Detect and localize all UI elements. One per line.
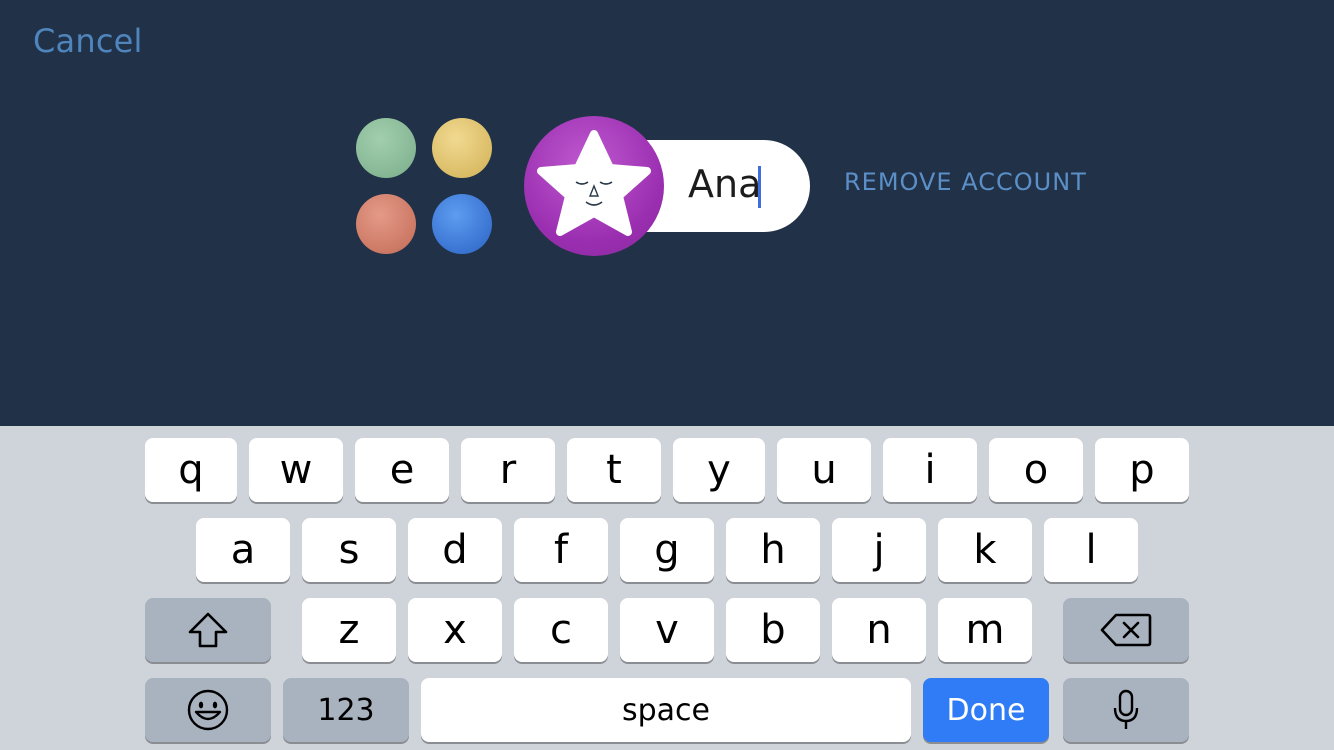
remove-account-button[interactable]: REMOVE ACCOUNT <box>844 168 1087 196</box>
key-d[interactable]: d <box>408 518 502 582</box>
key-e[interactable]: e <box>355 438 449 502</box>
sleeping-star-face-icon <box>537 130 651 236</box>
shift-icon <box>188 612 228 648</box>
key-x[interactable]: x <box>408 598 502 662</box>
key-r[interactable]: r <box>461 438 555 502</box>
name-input-value[interactable]: Ana <box>688 158 761 210</box>
emoji-key[interactable] <box>145 678 271 742</box>
top-area: Cancel Ana REMOVE ACCOUNT <box>0 0 1334 426</box>
key-n[interactable]: n <box>832 598 926 662</box>
key-c[interactable]: c <box>514 598 608 662</box>
color-option-yellow[interactable] <box>432 118 492 178</box>
shift-key[interactable] <box>145 598 271 662</box>
keyboard: q w e r t y u i o p a s d f g h j k l z … <box>0 426 1334 750</box>
microphone-icon <box>1113 689 1139 729</box>
key-u[interactable]: u <box>777 438 871 502</box>
key-o[interactable]: o <box>989 438 1083 502</box>
key-p[interactable]: p <box>1095 438 1189 502</box>
color-option-green[interactable] <box>356 118 416 178</box>
key-w[interactable]: w <box>249 438 343 502</box>
key-b[interactable]: b <box>726 598 820 662</box>
key-a[interactable]: a <box>196 518 290 582</box>
key-h[interactable]: h <box>726 518 820 582</box>
key-g[interactable]: g <box>620 518 714 582</box>
key-v[interactable]: v <box>620 598 714 662</box>
key-i[interactable]: i <box>883 438 977 502</box>
microphone-key[interactable] <box>1063 678 1189 742</box>
key-m[interactable]: m <box>938 598 1032 662</box>
avatar[interactable] <box>524 116 664 256</box>
key-z[interactable]: z <box>302 598 396 662</box>
numbers-key[interactable]: 123 <box>283 678 409 742</box>
cancel-button[interactable]: Cancel <box>33 22 143 60</box>
key-t[interactable]: t <box>567 438 661 502</box>
key-l[interactable]: l <box>1044 518 1138 582</box>
key-j[interactable]: j <box>832 518 926 582</box>
color-option-blue[interactable] <box>432 194 492 254</box>
key-q[interactable]: q <box>145 438 237 502</box>
key-f[interactable]: f <box>514 518 608 582</box>
emoji-icon <box>187 689 229 731</box>
key-y[interactable]: y <box>673 438 765 502</box>
backspace-key[interactable] <box>1063 598 1189 662</box>
key-s[interactable]: s <box>302 518 396 582</box>
backspace-icon <box>1100 613 1152 647</box>
key-k[interactable]: k <box>938 518 1032 582</box>
color-option-red[interactable] <box>356 194 416 254</box>
space-key[interactable]: space <box>421 678 911 742</box>
text-cursor <box>758 166 761 208</box>
done-key[interactable]: Done <box>923 678 1049 742</box>
